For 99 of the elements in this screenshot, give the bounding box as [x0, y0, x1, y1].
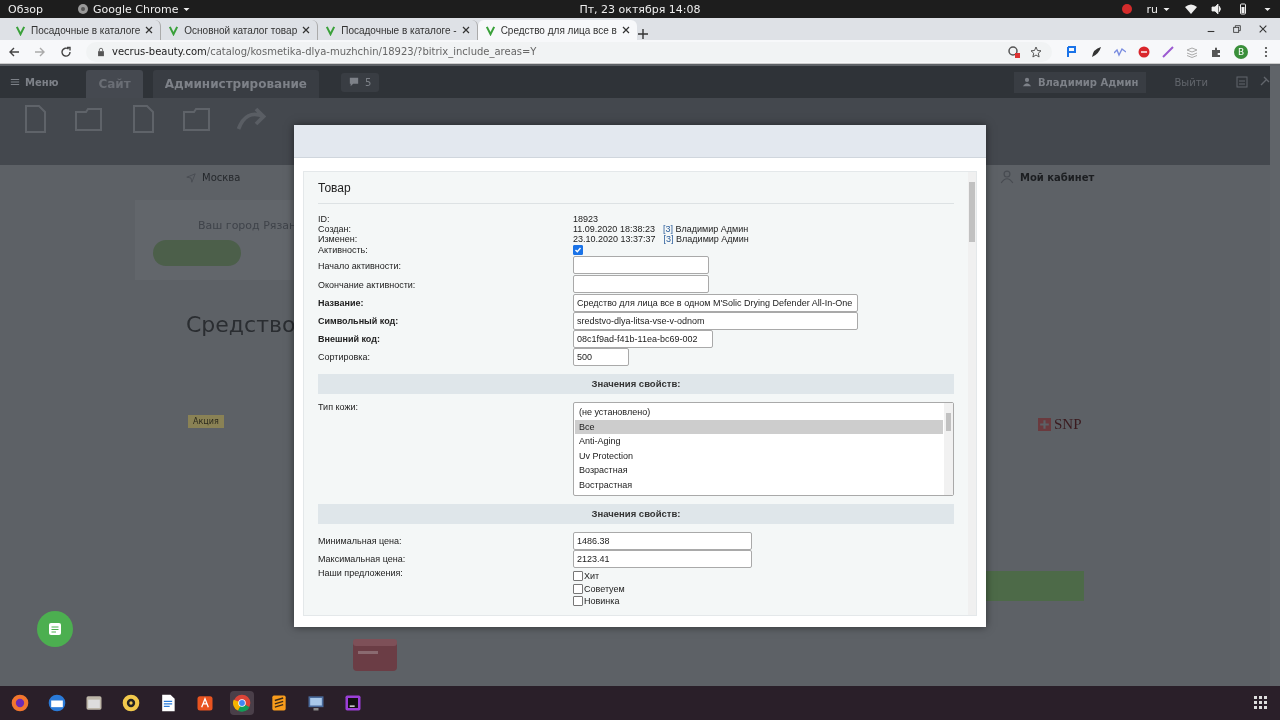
checkbox-label: Новинка	[584, 596, 620, 607]
battery-icon	[1237, 3, 1249, 15]
editor-icon[interactable]	[269, 693, 289, 713]
list-option[interactable]: Возрастная	[575, 463, 943, 478]
dialog-title: Товар	[318, 172, 954, 204]
firefox-icon[interactable]	[10, 693, 30, 713]
close-icon[interactable]	[461, 26, 470, 34]
timestamp: 23.10.2020 13:37:37	[573, 234, 656, 244]
sale-tag: Акция	[188, 415, 224, 428]
restore-icon[interactable]	[1232, 24, 1242, 34]
mail-icon[interactable]	[47, 693, 67, 713]
user-name: Владимир Админ	[676, 234, 749, 244]
checkbox[interactable]	[573, 583, 583, 594]
scrollbar[interactable]	[968, 172, 976, 615]
timestamp: 11.09.2020 18:38:23	[573, 224, 655, 234]
field-label: Максимальная цена:	[318, 554, 407, 564]
browser-tab[interactable]: Средство для лица все в	[477, 20, 637, 40]
field-label: Создан:	[318, 224, 353, 234]
list-option[interactable]: Вострастная	[575, 477, 943, 492]
chrome-icon[interactable]	[232, 693, 252, 713]
lock-icon	[96, 46, 106, 57]
language-indicator[interactable]: ru	[1146, 2, 1158, 16]
text-field[interactable]	[573, 256, 709, 274]
blocked-cookie-icon[interactable]	[1008, 45, 1020, 58]
ide-icon[interactable]	[343, 693, 363, 713]
store-icon[interactable]	[195, 693, 215, 713]
close-icon[interactable]	[621, 26, 630, 34]
text-field[interactable]: sredstvo-dlya-litsa-vse-v-odnom	[573, 312, 858, 330]
favicon-icon	[168, 24, 180, 36]
chat-icon[interactable]	[349, 77, 359, 87]
folder-icon[interactable]	[84, 693, 104, 713]
menu-icon[interactable]	[10, 77, 20, 87]
profile-avatar[interactable]: B	[1234, 44, 1248, 59]
close-icon[interactable]	[302, 26, 311, 34]
puzzle-icon[interactable]	[1210, 45, 1222, 58]
list-option[interactable]: Anti-Aging	[575, 434, 943, 449]
scrollbar[interactable]	[944, 403, 953, 495]
field-label: Внешний код:	[318, 334, 381, 344]
reload-icon[interactable]	[60, 45, 72, 58]
chrome-icon	[77, 3, 89, 15]
list-option[interactable]: Uv Protection	[575, 448, 943, 463]
checkbox-label: Советуем	[584, 583, 625, 594]
close-icon[interactable]	[1258, 24, 1268, 34]
checkbox[interactable]	[573, 245, 583, 255]
section-header: Значения свойств:	[318, 374, 954, 394]
field-label: Название:	[318, 298, 365, 308]
close-icon[interactable]	[145, 26, 154, 34]
back-icon[interactable]	[8, 45, 20, 58]
user-link[interactable]: [3]	[663, 234, 674, 244]
user-name: Владимир Админ	[675, 224, 749, 234]
text-field[interactable]	[573, 275, 709, 293]
checkbox[interactable]	[573, 571, 583, 582]
favicon-icon	[15, 24, 26, 36]
notification-count: 5	[365, 76, 372, 88]
text-field[interactable]: 08c1f9ad-f41b-11ea-bc69-002	[573, 330, 713, 348]
monitor-icon[interactable]	[306, 693, 326, 713]
wave-icon[interactable]	[1114, 45, 1126, 58]
pen-icon[interactable]	[1162, 45, 1174, 58]
feather-icon[interactable]	[1090, 45, 1102, 58]
new-tab-icon[interactable]	[636, 28, 649, 40]
checkbox-label: Хит	[584, 571, 600, 582]
user-icon	[1021, 77, 1032, 87]
flag-icon[interactable]	[1066, 45, 1078, 58]
volume-icon	[1211, 3, 1223, 15]
activities-label[interactable]: Обзор	[8, 2, 43, 16]
favicon-icon	[484, 24, 496, 36]
field-label: Сортировка:	[318, 352, 371, 362]
list-option[interactable]: (не установлено)	[575, 405, 943, 420]
favicon-icon	[325, 24, 337, 36]
field-label: Символьный код:	[318, 316, 400, 326]
star-icon[interactable]	[1030, 45, 1042, 58]
field-value: 18923	[573, 214, 600, 224]
clock[interactable]: Пт, 23 октября 14:08	[579, 2, 701, 16]
checkbox[interactable]	[573, 596, 583, 607]
user-link[interactable]: [3]	[662, 224, 673, 234]
field-label: Изменен:	[318, 234, 359, 244]
text-field[interactable]: Средство для лица все в одном M'Solic Drying Defender All-In-One	[573, 294, 858, 312]
speaker-icon[interactable]	[121, 693, 141, 713]
field-label: Минимальная цена:	[318, 536, 403, 546]
record-icon	[1120, 3, 1133, 15]
wifi-icon	[1185, 3, 1197, 15]
list-option[interactable]: Все	[575, 419, 943, 434]
field-label: Наши предложения:	[318, 568, 404, 578]
text-field[interactable]: 2123.41	[573, 550, 752, 568]
cross-icon	[1038, 418, 1051, 431]
field-label: Окончание активности:	[318, 279, 417, 290]
field-label: Тип кожи:	[318, 402, 359, 412]
list-box[interactable]: (не установлено) Все Anti-Aging Uv Protection Возрастная Вострастная	[573, 402, 954, 496]
section-header: Значения свойств:	[318, 504, 954, 524]
field-label: Активность:	[318, 244, 369, 256]
adblock-icon[interactable]	[1138, 45, 1150, 58]
app-grid-icon[interactable]	[1254, 696, 1268, 710]
note-icon	[48, 622, 62, 636]
chat-button[interactable]	[37, 611, 73, 647]
text-field[interactable]: 500	[573, 348, 629, 366]
field-label: Начало активности:	[318, 260, 402, 271]
text-field[interactable]: 1486.38	[573, 532, 752, 550]
field-label: ID:	[318, 214, 331, 224]
app-menu[interactable]: Google Chrome	[93, 2, 179, 16]
